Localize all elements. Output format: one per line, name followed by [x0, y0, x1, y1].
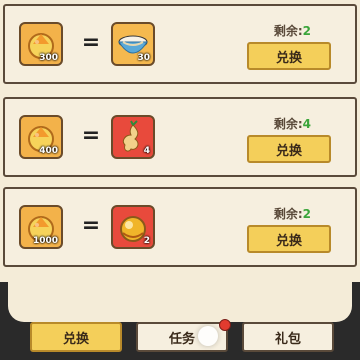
cost-item-slot: 1000 — [19, 205, 63, 249]
touch-indicator — [198, 326, 218, 346]
remaining-value: 2 — [302, 24, 311, 38]
exchange-button[interactable]: 兑换 — [247, 135, 331, 163]
remaining-value: 4 — [302, 117, 311, 131]
exchange-button[interactable]: 兑换 — [247, 225, 331, 253]
cost-quantity: 1000 — [32, 236, 58, 246]
cost-item-slot: 400 — [19, 115, 63, 159]
bottom-frame-inner — [8, 282, 352, 322]
exchange-row: 400 = 4 剩余:4 兑换 — [3, 97, 357, 177]
remaining-count: 剩余:4 — [274, 115, 311, 132]
reward-item-slot: 2 — [111, 205, 155, 249]
cost-quantity: 300 — [39, 53, 58, 63]
remaining-label: 剩余: — [273, 24, 303, 38]
exchange-row: 300 = 30 剩余:2 兑换 — [3, 4, 357, 84]
exchange-row: 1000 = 2 剩余:2 兑换 — [3, 187, 357, 267]
equals-sign: = — [81, 213, 101, 238]
cost-quantity: 400 — [39, 146, 58, 156]
remaining-value: 2 — [302, 207, 311, 221]
equals-sign: = — [81, 123, 101, 148]
remaining-label: 剩余: — [273, 117, 303, 131]
tab-label: 任务 — [168, 331, 195, 347]
remaining-count: 剩余:2 — [274, 205, 311, 222]
exchange-button[interactable]: 兑换 — [247, 42, 331, 70]
notification-dot-icon — [219, 319, 231, 331]
reward-quantity: 4 — [143, 146, 150, 156]
reward-item-slot: 4 — [111, 115, 155, 159]
tab-exchange[interactable]: 兑换 — [30, 322, 122, 352]
reward-quantity: 2 — [143, 236, 150, 246]
remaining-count: 剩余:2 — [274, 22, 311, 39]
cost-item-slot: 300 — [19, 22, 63, 66]
remaining-label: 剩余: — [273, 207, 303, 221]
bottom-tabs: 兑换 任务 礼包 — [0, 319, 360, 360]
tab-gift-pack[interactable]: 礼包 — [242, 322, 334, 352]
reward-quantity: 30 — [137, 53, 150, 63]
equals-sign: = — [81, 30, 101, 55]
reward-item-slot: 30 — [111, 22, 155, 66]
